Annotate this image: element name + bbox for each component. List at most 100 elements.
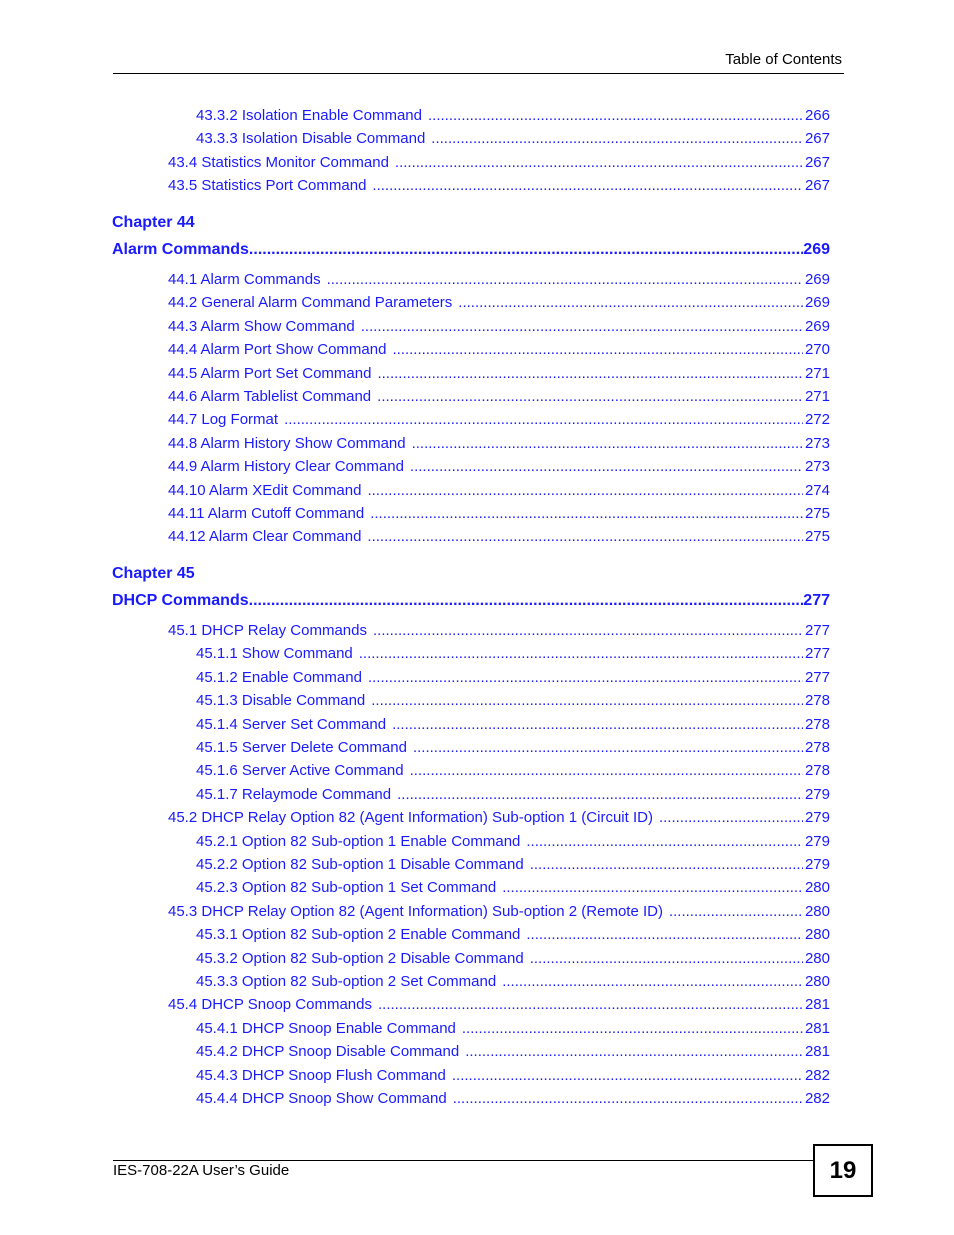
toc-entry-link[interactable]: 44.9 Alarm History Clear Command 273 — [168, 458, 830, 475]
toc-entry-link[interactable]: 43.3.3 Isolation Disable Command 267 — [196, 130, 830, 147]
toc-entry[interactable]: 44.5 Alarm Port Set Command 271 — [168, 365, 830, 385]
toc-entry[interactable]: 44.3 Alarm Show Command 269 — [168, 318, 830, 338]
toc-entry[interactable]: 44.9 Alarm History Clear Command 273 — [168, 458, 830, 478]
chapter-44-heading[interactable]: Chapter 44 Alarm Commands 269 — [112, 214, 830, 259]
toc-entry-link[interactable]: 45.3.1 Option 82 Sub-option 2 Enable Com… — [196, 926, 830, 943]
toc-entry[interactable]: 45.1.6 Server Active Command 278 — [196, 762, 830, 782]
toc-entry-link[interactable]: 44.12 Alarm Clear Command 275 — [168, 528, 830, 545]
toc-entry-link[interactable]: 45.2 DHCP Relay Option 82 (Agent Informa… — [168, 809, 830, 826]
toc-entry-link[interactable]: 45.2.3 Option 82 Sub-option 1 Set Comman… — [196, 879, 830, 896]
toc-entry[interactable]: 45.4.2 DHCP Snoop Disable Command 281 — [196, 1043, 830, 1063]
toc-entry-link[interactable]: 45.1.7 Relaymode Command 279 — [196, 786, 830, 803]
toc-entry[interactable]: 45.1 DHCP Relay Commands 277 — [168, 622, 830, 642]
toc-entry[interactable]: 45.1.5 Server Delete Command 278 — [196, 739, 830, 759]
toc-entry[interactable]: 44.12 Alarm Clear Command 275 — [168, 528, 830, 548]
toc-entry-label: 45.4.3 DHCP Snoop Flush Command — [196, 1066, 446, 1084]
toc-entry-link[interactable]: 44.7 Log Format 272 — [168, 411, 830, 428]
toc-entry-link[interactable]: 44.10 Alarm XEdit Command 274 — [168, 482, 830, 499]
toc-entry-link[interactable]: 45.2.2 Option 82 Sub-option 1 Disable Co… — [196, 856, 830, 873]
toc-entry-link[interactable]: 45.1.2 Enable Command 277 — [196, 669, 830, 686]
toc-entry-link[interactable]: 45.2.1 Option 82 Sub-option 1 Enable Com… — [196, 833, 830, 850]
toc-entry[interactable]: 45.4.4 DHCP Snoop Show Command 282 — [196, 1090, 830, 1110]
toc-entry[interactable]: 43.5 Statistics Port Command 267 — [168, 177, 830, 197]
leader-dots — [249, 592, 804, 610]
toc-entry-page: 273 — [804, 458, 830, 476]
toc-entry[interactable]: 44.7 Log Format 272 — [168, 411, 830, 431]
toc-entry-link[interactable]: 43.5 Statistics Port Command 267 — [168, 177, 830, 194]
toc-entry-label: 44.8 Alarm History Show Command — [168, 434, 406, 452]
toc-entry-link[interactable]: 45.4.1 DHCP Snoop Enable Command 281 — [196, 1020, 830, 1037]
toc-entry[interactable]: 45.3.3 Option 82 Sub-option 2 Set Comman… — [196, 973, 830, 993]
toc-entry[interactable]: 45.2 DHCP Relay Option 82 (Agent Informa… — [168, 809, 830, 829]
leader-dots — [371, 692, 803, 709]
toc-entry-link[interactable]: 44.4 Alarm Port Show Command 270 — [168, 341, 830, 358]
toc-entry-link[interactable]: 44.6 Alarm Tablelist Command 271 — [168, 388, 830, 405]
toc-entry-link[interactable]: 45.1.4 Server Set Command 278 — [196, 716, 830, 733]
toc-entry-label: 45.4.4 DHCP Snoop Show Command — [196, 1090, 447, 1107]
toc-entry[interactable]: 44.8 Alarm History Show Command 273 — [168, 435, 830, 455]
toc-entry-page: 269 — [804, 294, 830, 312]
leader-dots — [397, 786, 803, 803]
chapter-title-link[interactable]: Alarm Commands 269 — [112, 241, 830, 259]
toc-entry-label: 44.7 Log Format — [168, 411, 279, 429]
leader-dots — [526, 833, 803, 850]
toc-entry-link[interactable]: 43.3.2 Isolation Enable Command 266 — [196, 107, 830, 124]
toc-entry[interactable]: 45.2.1 Option 82 Sub-option 1 Enable Com… — [196, 833, 830, 853]
toc-entry-label: 44.6 Alarm Tablelist Command — [168, 388, 372, 405]
leader-dots — [372, 177, 803, 194]
toc-entry-link[interactable]: 44.1 Alarm Commands 269 — [168, 271, 830, 288]
toc-entry-link[interactable]: 45.3 DHCP Relay Option 82 (Agent Informa… — [168, 903, 830, 920]
toc-entry-link[interactable]: 45.3.3 Option 82 Sub-option 2 Set Comman… — [196, 973, 830, 990]
toc-entry-link[interactable]: 45.4 DHCP Snoop Commands 281 — [168, 996, 830, 1013]
toc-entry-label: 45.1.7 Relaymode Command — [196, 785, 392, 803]
toc-entry-link[interactable]: 45.4.3 DHCP Snoop Flush Command 282 — [196, 1067, 830, 1084]
toc-entry[interactable]: 45.4.3 DHCP Snoop Flush Command 282 — [196, 1067, 830, 1087]
toc-entry[interactable]: 43.3.2 Isolation Enable Command 266 — [196, 107, 830, 127]
toc-entry[interactable]: 45.1.4 Server Set Command 278 — [196, 716, 830, 736]
toc-entry[interactable]: 45.3 DHCP Relay Option 82 (Agent Informa… — [168, 903, 830, 923]
toc-entry[interactable]: 44.11 Alarm Cutoff Command 275 — [168, 505, 830, 525]
toc-entry-link[interactable]: 45.4.4 DHCP Snoop Show Command 282 — [196, 1090, 830, 1107]
toc-entry[interactable]: 45.2.2 Option 82 Sub-option 1 Disable Co… — [196, 856, 830, 876]
toc-entry[interactable]: 45.2.3 Option 82 Sub-option 1 Set Comman… — [196, 879, 830, 899]
toc-entry[interactable]: 45.4 DHCP Snoop Commands 281 — [168, 996, 830, 1016]
toc-entry[interactable]: 44.6 Alarm Tablelist Command 271 — [168, 388, 830, 408]
toc-entry-link[interactable]: 44.2 General Alarm Command Parameters 269 — [168, 294, 830, 311]
leader-dots — [359, 645, 803, 662]
toc-entry[interactable]: 43.4 Statistics Monitor Command 267 — [168, 154, 830, 174]
toc-entry-link[interactable]: 44.3 Alarm Show Command 269 — [168, 318, 830, 335]
toc-entry-link[interactable]: 44.5 Alarm Port Set Command 271 — [168, 365, 830, 382]
toc-entry-link[interactable]: 45.1.3 Disable Command 278 — [196, 692, 830, 709]
toc-entry-link[interactable]: 45.1.5 Server Delete Command 278 — [196, 739, 830, 756]
toc-entry[interactable]: 45.1.7 Relaymode Command 279 — [196, 786, 830, 806]
toc-entry-link[interactable]: 45.1.6 Server Active Command 278 — [196, 762, 830, 779]
toc-entry-link[interactable]: 45.1 DHCP Relay Commands 277 — [168, 622, 830, 639]
toc-entry-page: 277 — [804, 645, 830, 663]
toc-entry-label: 44.1 Alarm Commands — [168, 271, 321, 288]
toc-entry-link[interactable]: 44.8 Alarm History Show Command 273 — [168, 435, 830, 452]
leader-dots — [526, 926, 803, 943]
toc-entry[interactable]: 44.10 Alarm XEdit Command 274 — [168, 482, 830, 502]
chapter-45-heading[interactable]: Chapter 45 DHCP Commands 277 — [112, 565, 830, 610]
toc-entry[interactable]: 45.1.1 Show Command 277 — [196, 645, 830, 665]
toc-entry[interactable]: 44.1 Alarm Commands 269 — [168, 271, 830, 291]
toc-entry[interactable]: 44.2 General Alarm Command Parameters 269 — [168, 294, 830, 314]
toc-entry[interactable]: 45.1.2 Enable Command 277 — [196, 669, 830, 689]
toc-entry[interactable]: 45.3.2 Option 82 Sub-option 2 Disable Co… — [196, 950, 830, 970]
toc-entry-link[interactable]: 45.4.2 DHCP Snoop Disable Command 281 — [196, 1043, 830, 1060]
toc-entry-link[interactable]: 43.4 Statistics Monitor Command 267 — [168, 154, 830, 171]
toc-entry-label: 45.3 DHCP Relay Option 82 (Agent Informa… — [168, 902, 663, 920]
toc-entry[interactable]: 44.4 Alarm Port Show Command 270 — [168, 341, 830, 361]
chapter-title-link[interactable]: DHCP Commands 277 — [112, 592, 830, 610]
toc-entry[interactable]: 45.1.3 Disable Command 278 — [196, 692, 830, 712]
toc-entry-label: 44.11 Alarm Cutoff Command — [168, 505, 365, 522]
toc-entry-label: 45.4.2 DHCP Snoop Disable Command — [196, 1043, 460, 1061]
toc-entry-label: 45.3.3 Option 82 Sub-option 2 Set Comman… — [196, 973, 497, 990]
toc-entry-page: 278 — [804, 715, 830, 733]
toc-entry-link[interactable]: 44.11 Alarm Cutoff Command 275 — [168, 505, 830, 522]
toc-entry[interactable]: 45.4.1 DHCP Snoop Enable Command 281 — [196, 1020, 830, 1040]
toc-entry-link[interactable]: 45.3.2 Option 82 Sub-option 2 Disable Co… — [196, 950, 830, 967]
toc-entry[interactable]: 43.3.3 Isolation Disable Command 267 — [196, 130, 830, 150]
toc-entry[interactable]: 45.3.1 Option 82 Sub-option 2 Enable Com… — [196, 926, 830, 946]
toc-entry-link[interactable]: 45.1.1 Show Command 277 — [196, 645, 830, 662]
